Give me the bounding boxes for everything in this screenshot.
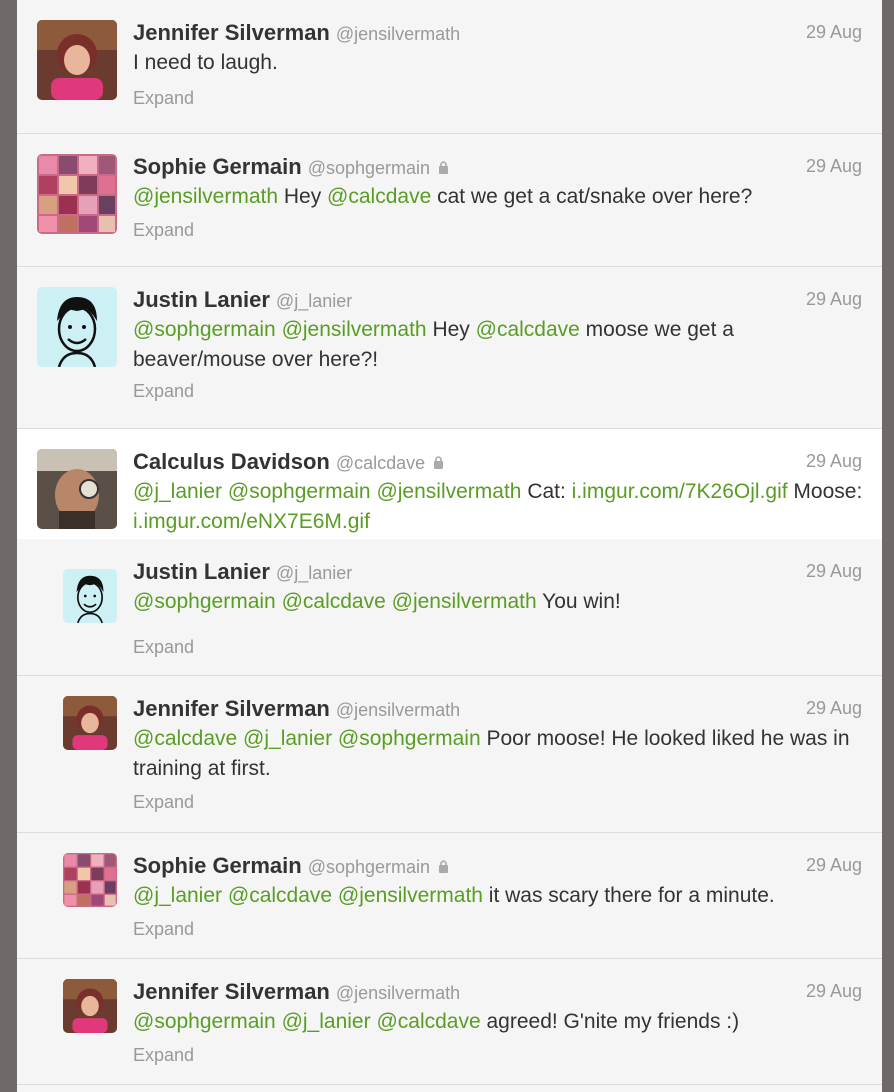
mention-link[interactable]: @j_lanier bbox=[243, 727, 332, 750]
expand-link[interactable]: Expand bbox=[133, 637, 194, 658]
url-link[interactable]: i.imgur.com/7K26Ojl.gif bbox=[572, 480, 788, 503]
tweet-timestamp[interactable]: 29 Aug bbox=[806, 22, 862, 43]
tweet-item[interactable]: Sophie Germain @sophgermain 29 Aug @j_lanie… bbox=[17, 833, 882, 959]
author-name[interactable]: Jennifer Silverman bbox=[133, 979, 330, 1004]
mention-link[interactable]: @sophgermain bbox=[133, 318, 276, 341]
tweet-timestamp[interactable]: 29 Aug bbox=[806, 156, 862, 177]
tweet-text: @sophgermain @j_lanier @calcdave agreed!… bbox=[133, 1007, 863, 1037]
photo-woman-icon[interactable] bbox=[63, 696, 117, 750]
sketch-face-icon[interactable] bbox=[37, 287, 117, 367]
author-name[interactable]: Justin Lanier bbox=[133, 287, 270, 312]
text-segment: cat we get a cat/snake over here? bbox=[431, 185, 753, 208]
author-handle[interactable]: @j_lanier bbox=[276, 563, 352, 583]
text-segment: You win! bbox=[536, 590, 621, 613]
url-link[interactable]: i.imgur.com/eNX7E6M.gif bbox=[133, 510, 370, 533]
tweet-text: @jensilvermath Hey @calcdave cat we get … bbox=[133, 182, 863, 212]
tweet-header: Jennifer Silverman @jensilvermath bbox=[133, 20, 460, 50]
tweet-item[interactable]: Justin Lanier @j_lanier 29 Aug @sophgermain… bbox=[17, 539, 882, 676]
mention-link[interactable]: @calcdave bbox=[476, 318, 580, 341]
expand-link[interactable]: Expand bbox=[133, 88, 194, 109]
text-segment: Hey bbox=[426, 318, 476, 341]
mention-link[interactable]: @sophgermain bbox=[133, 1010, 276, 1033]
text-segment: Hey bbox=[278, 185, 328, 208]
tweet-item[interactable]: Jennifer Silverman @jensilvermath 29 Aug I … bbox=[17, 0, 882, 134]
lock-icon bbox=[438, 859, 449, 878]
mention-link[interactable]: @jensilvermath bbox=[392, 590, 537, 613]
expand-link[interactable]: Expand bbox=[133, 1045, 194, 1066]
tweet-header: Justin Lanier @j_lanier bbox=[133, 559, 352, 589]
mention-link[interactable]: @j_lanier bbox=[133, 884, 222, 907]
author-handle[interactable]: @jensilvermath bbox=[336, 24, 460, 44]
tweet-timestamp[interactable]: 29 Aug bbox=[806, 698, 862, 719]
mention-link[interactable]: @calcdave bbox=[133, 727, 237, 750]
mention-link[interactable]: @j_lanier bbox=[282, 1010, 371, 1033]
tweet-item[interactable]: Calculus Davidson @calcdave 29 Aug @j_lanie… bbox=[17, 429, 882, 539]
text-segment: agreed! G'nite my friends :) bbox=[480, 1010, 740, 1033]
tweet-text: @j_lanier @sophgermain @jensilvermath Ca… bbox=[133, 477, 863, 537]
author-name[interactable]: Jennifer Silverman bbox=[133, 20, 330, 45]
mention-link[interactable]: @sophgermain bbox=[338, 727, 481, 750]
author-name[interactable]: Sophie Germain bbox=[133, 154, 302, 179]
tweet-header: Sophie Germain @sophgermain bbox=[133, 853, 449, 883]
mention-link[interactable]: @jensilvermath bbox=[338, 884, 483, 907]
tweet-item[interactable]: Jennifer Silverman @jensilvermath 29 Aug @s… bbox=[17, 959, 882, 1085]
tweet-text: @sophgermain @jensilvermath Hey @calcdav… bbox=[133, 315, 863, 375]
photo-collage-icon[interactable] bbox=[63, 853, 117, 907]
author-handle[interactable]: @j_lanier bbox=[276, 291, 352, 311]
lock-icon bbox=[433, 455, 444, 474]
tweet-timestamp[interactable]: 29 Aug bbox=[806, 289, 862, 310]
author-handle[interactable]: @calcdave bbox=[336, 453, 425, 473]
tweet-item[interactable]: Justin Lanier @j_lanier 29 Aug @sophgermain… bbox=[17, 267, 882, 429]
author-name[interactable]: Sophie Germain bbox=[133, 853, 302, 878]
mention-link[interactable]: @sophgermain bbox=[228, 480, 371, 503]
tweet-timestamp[interactable]: 29 Aug bbox=[806, 451, 862, 472]
photo-woman-icon[interactable] bbox=[37, 20, 117, 100]
tweet-text: I need to laugh. bbox=[133, 48, 863, 78]
tweet-timestamp[interactable]: 29 Aug bbox=[806, 561, 862, 582]
tweet-header: Jennifer Silverman @jensilvermath bbox=[133, 696, 460, 726]
text-segment: it was scary there for a minute. bbox=[482, 884, 775, 907]
mention-link[interactable]: @j_lanier bbox=[133, 480, 222, 503]
mention-link[interactable]: @jensilvermath bbox=[376, 480, 521, 503]
photo-collage-icon[interactable] bbox=[37, 154, 117, 234]
text-segment: Cat: bbox=[521, 480, 572, 503]
mention-link[interactable]: @sophgermain bbox=[133, 590, 276, 613]
author-handle[interactable]: @jensilvermath bbox=[336, 700, 460, 720]
tweet-item[interactable]: Jennifer Silverman @jensilvermath 29 Aug @c… bbox=[17, 676, 882, 833]
tweet-timestamp[interactable]: 29 Aug bbox=[806, 981, 862, 1002]
mention-link[interactable]: @calcdave bbox=[228, 884, 332, 907]
tweet-item[interactable]: Sophie Germain @sophgermain 29 Aug @jensilv… bbox=[17, 134, 882, 267]
author-handle[interactable]: @sophgermain bbox=[308, 857, 430, 877]
author-handle[interactable]: @sophgermain bbox=[308, 158, 430, 178]
tweet-header: Sophie Germain @sophgermain bbox=[133, 154, 449, 184]
conversation-timeline: Jennifer Silverman @jensilvermath 29 Aug I … bbox=[17, 0, 882, 1092]
tweet-timestamp[interactable]: 29 Aug bbox=[806, 855, 862, 876]
author-name[interactable]: Jennifer Silverman bbox=[133, 696, 330, 721]
expand-link[interactable]: Expand bbox=[133, 381, 194, 402]
tweet-header: Justin Lanier @j_lanier bbox=[133, 287, 352, 317]
tweet-text: @calcdave @j_lanier @sophgermain Poor mo… bbox=[133, 724, 863, 784]
expand-link[interactable]: Expand bbox=[133, 792, 194, 813]
expand-link[interactable]: Expand bbox=[133, 220, 194, 241]
author-name[interactable]: Calculus Davidson bbox=[133, 449, 330, 474]
tweet-header: Calculus Davidson @calcdave bbox=[133, 449, 444, 479]
mention-link[interactable]: @calcdave bbox=[282, 590, 386, 613]
sketch-face-icon[interactable] bbox=[63, 569, 117, 623]
tweet-text: @sophgermain @calcdave @jensilvermath Yo… bbox=[133, 587, 863, 617]
tweet-header: Jennifer Silverman @jensilvermath bbox=[133, 979, 460, 1009]
lock-icon bbox=[438, 160, 449, 179]
mention-link[interactable]: @jensilvermath bbox=[133, 185, 278, 208]
text-segment: I need to laugh. bbox=[133, 51, 278, 74]
mention-link[interactable]: @jensilvermath bbox=[282, 318, 427, 341]
photo-man-icon[interactable] bbox=[37, 449, 117, 529]
tweet-text: @j_lanier @calcdave @jensilvermath it wa… bbox=[133, 881, 863, 911]
expand-link[interactable]: Expand bbox=[133, 919, 194, 940]
mention-link[interactable]: @calcdave bbox=[327, 185, 431, 208]
text-segment: Moose: bbox=[787, 480, 863, 503]
author-name[interactable]: Justin Lanier bbox=[133, 559, 270, 584]
mention-link[interactable]: @calcdave bbox=[376, 1010, 480, 1033]
photo-woman-icon[interactable] bbox=[63, 979, 117, 1033]
author-handle[interactable]: @jensilvermath bbox=[336, 983, 460, 1003]
